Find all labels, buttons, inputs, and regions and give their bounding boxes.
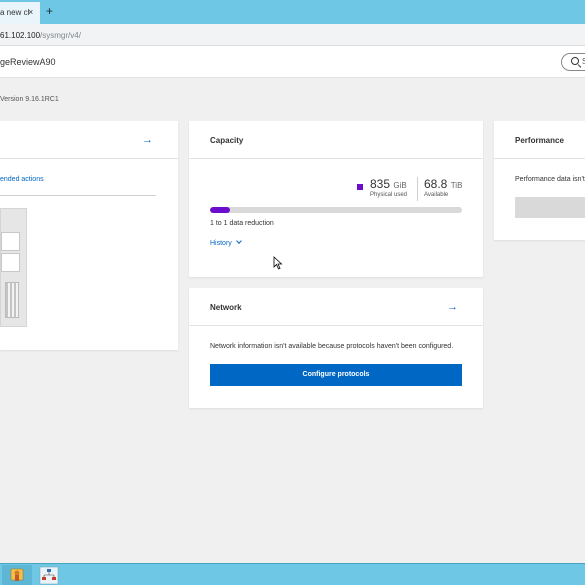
hardware-slot [1,232,20,251]
network-icon [39,566,59,585]
performance-title: Performance [515,136,564,145]
configure-protocols-button[interactable]: Configure protocols [210,364,462,386]
search-icon [571,57,579,65]
network-arrow-icon[interactable]: → [447,301,458,313]
browser-tab-strip: a new cl × + [0,0,585,24]
available-value: 68.8 [424,177,448,191]
taskbar-app-button[interactable] [2,565,32,585]
section-divider [0,195,156,196]
card-divider [189,158,483,159]
card-divider [494,158,585,159]
capacity-bar [210,207,462,213]
used-value: 835 [370,177,391,191]
network-message: Network information isn't available beca… [210,343,454,350]
address-bar[interactable]: 61.102.100/sysmgr/v4/ [0,24,585,46]
capacity-title: Capacity [210,136,244,145]
browser-tab-title: a new cl [0,8,30,17]
history-label: History [210,240,232,247]
close-tab-icon[interactable]: × [28,7,33,17]
file-explorer-icon [10,568,24,581]
available-unit: TiB [450,181,463,190]
mouse-cursor-icon [273,256,283,270]
browser-tab[interactable]: a new cl × [0,2,40,24]
version-text: Version 9.16.1RC1 [0,96,59,103]
data-reduction-text: 1 to 1 data reduction [210,220,274,227]
hardware-diagram [0,208,27,327]
recommended-actions-link[interactable]: ended actions [0,176,44,183]
chevron-down-icon [235,238,242,244]
used-legend-swatch [357,184,363,190]
physical-used-label: Physical used [370,192,408,198]
available-value-group: 68.8 TiB [424,177,462,191]
cluster-name: geReviewA90 [0,57,56,67]
history-toggle[interactable]: History [210,238,242,247]
capacity-separator [417,177,418,201]
capacity-card: Capacity 835 GiB Physical used 68.8 TiB … [189,121,483,277]
health-arrow-icon[interactable]: → [142,134,153,146]
available-label: Available [424,192,449,198]
taskbar [0,563,585,585]
performance-placeholder [515,197,585,218]
network-title: Network [210,303,242,312]
capacity-bar-fill [210,207,231,213]
search-input[interactable]: S [561,53,585,71]
card-divider [0,158,178,159]
used-unit: GiB [393,181,407,190]
app-header: geReviewA90 S [0,46,585,78]
url-host: 61.102.100 [0,31,41,40]
performance-card: Performance Performance data isn't [494,121,585,240]
card-divider [189,325,483,326]
hardware-slot [1,253,20,272]
taskbar-network-button[interactable] [34,565,64,585]
physical-used-value: 835 GiB [370,177,407,191]
performance-message: Performance data isn't [515,176,585,183]
network-card: Network → Network information isn't avai… [189,288,483,408]
new-tab-button[interactable]: + [46,4,53,18]
disk-shelf-icon [5,282,19,318]
url-path: /sysmgr/v4/ [40,31,81,40]
